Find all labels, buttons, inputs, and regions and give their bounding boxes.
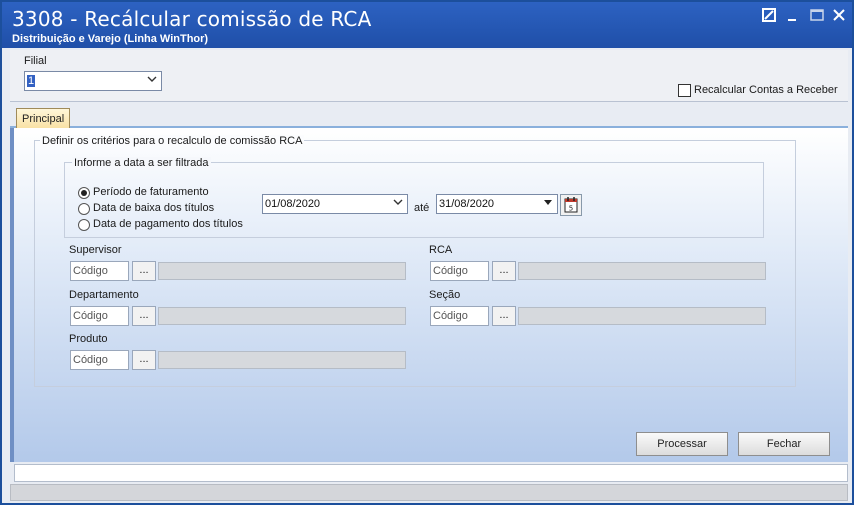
supervisor-label: Supervisor	[69, 244, 122, 256]
fechar-label: Fechar	[766, 438, 802, 450]
radio-data-baixa-label[interactable]: Data de baixa dos títulos	[93, 202, 214, 214]
restore-icon[interactable]	[760, 8, 778, 24]
departamento-search-button[interactable]: ...	[132, 306, 156, 326]
produto-codigo-input[interactable]: Código	[70, 350, 129, 370]
supervisor-codigo-input[interactable]: Código	[70, 261, 129, 281]
filial-label: Filial	[24, 55, 47, 67]
supervisor-search-button[interactable]: ...	[132, 261, 156, 281]
secao-label: Seção	[429, 289, 461, 301]
secao-codigo-input[interactable]: Código	[430, 306, 489, 326]
date-to-value: 31/08/2020	[439, 198, 495, 210]
departamento-codigo-input[interactable]: Código	[70, 306, 129, 326]
filial-select[interactable]: 1	[24, 71, 162, 91]
chevron-down-icon	[145, 72, 159, 90]
app-window: 3308 - Recálcular comissão de RCA Distri…	[0, 0, 854, 505]
radio-data-baixa[interactable]	[78, 203, 90, 215]
produto-description	[158, 351, 406, 369]
fechar-button[interactable]: Fechar	[738, 432, 830, 456]
window-subtitle: Distribuição e Varejo (Linha WinThor)	[12, 33, 209, 45]
supervisor-description	[158, 262, 406, 280]
processar-label: Processar	[657, 438, 707, 450]
dropdown-triangle-icon	[541, 195, 555, 213]
rca-label: RCA	[429, 244, 453, 256]
window-title: 3308 - Recálcular comissão de RCA	[12, 7, 372, 31]
chevron-down-icon	[391, 195, 405, 213]
radio-periodo-faturamento-label[interactable]: Período de faturamento	[93, 186, 209, 198]
date-from-value: 01/08/2020	[265, 198, 321, 210]
secao-description	[518, 307, 766, 325]
date-to-picker[interactable]: 31/08/2020	[436, 194, 558, 214]
rca-description	[518, 262, 766, 280]
date-group-title: Informe a data a ser filtrada	[72, 157, 211, 169]
status-bar	[10, 484, 848, 501]
produto-search-button[interactable]: ...	[132, 350, 156, 370]
rca-search-button[interactable]: ...	[492, 261, 516, 281]
radio-data-pagamento[interactable]	[78, 219, 90, 231]
main-content: Definir os critérios para o recalculo de…	[14, 128, 848, 462]
radio-data-pagamento-label[interactable]: Data de pagamento dos títulos	[93, 218, 243, 230]
calendar-icon[interactable]: 5	[560, 194, 582, 216]
recalcular-checkbox[interactable]	[678, 84, 691, 97]
recalcular-label[interactable]: Recalcular Contas a Receber	[694, 84, 838, 96]
maximize-icon[interactable]	[808, 8, 826, 24]
secao-search-button[interactable]: ...	[492, 306, 516, 326]
departamento-description	[158, 307, 406, 325]
filter-area: Filial 1 Recalcular Contas a Receber	[10, 50, 848, 102]
radio-periodo-faturamento[interactable]	[78, 187, 90, 199]
criteria-group-title: Definir os critérios para o recalculo de…	[40, 135, 305, 147]
produto-label: Produto	[69, 333, 108, 345]
tab-strip: Principal	[10, 104, 848, 130]
filial-value: 1	[27, 75, 36, 87]
date-from-picker[interactable]: 01/08/2020	[262, 194, 408, 214]
ate-label: até	[414, 202, 430, 214]
departamento-label: Departamento	[69, 289, 139, 301]
calendar-number: 5	[569, 205, 573, 213]
rca-codigo-input[interactable]: Código	[430, 261, 489, 281]
minimize-icon[interactable]	[784, 8, 802, 24]
message-field	[14, 464, 848, 482]
title-bar[interactable]: 3308 - Recálcular comissão de RCA Distri…	[2, 2, 852, 48]
tab-principal[interactable]: Principal	[16, 108, 71, 130]
processar-button[interactable]: Processar	[636, 432, 728, 456]
close-icon[interactable]	[830, 8, 848, 24]
